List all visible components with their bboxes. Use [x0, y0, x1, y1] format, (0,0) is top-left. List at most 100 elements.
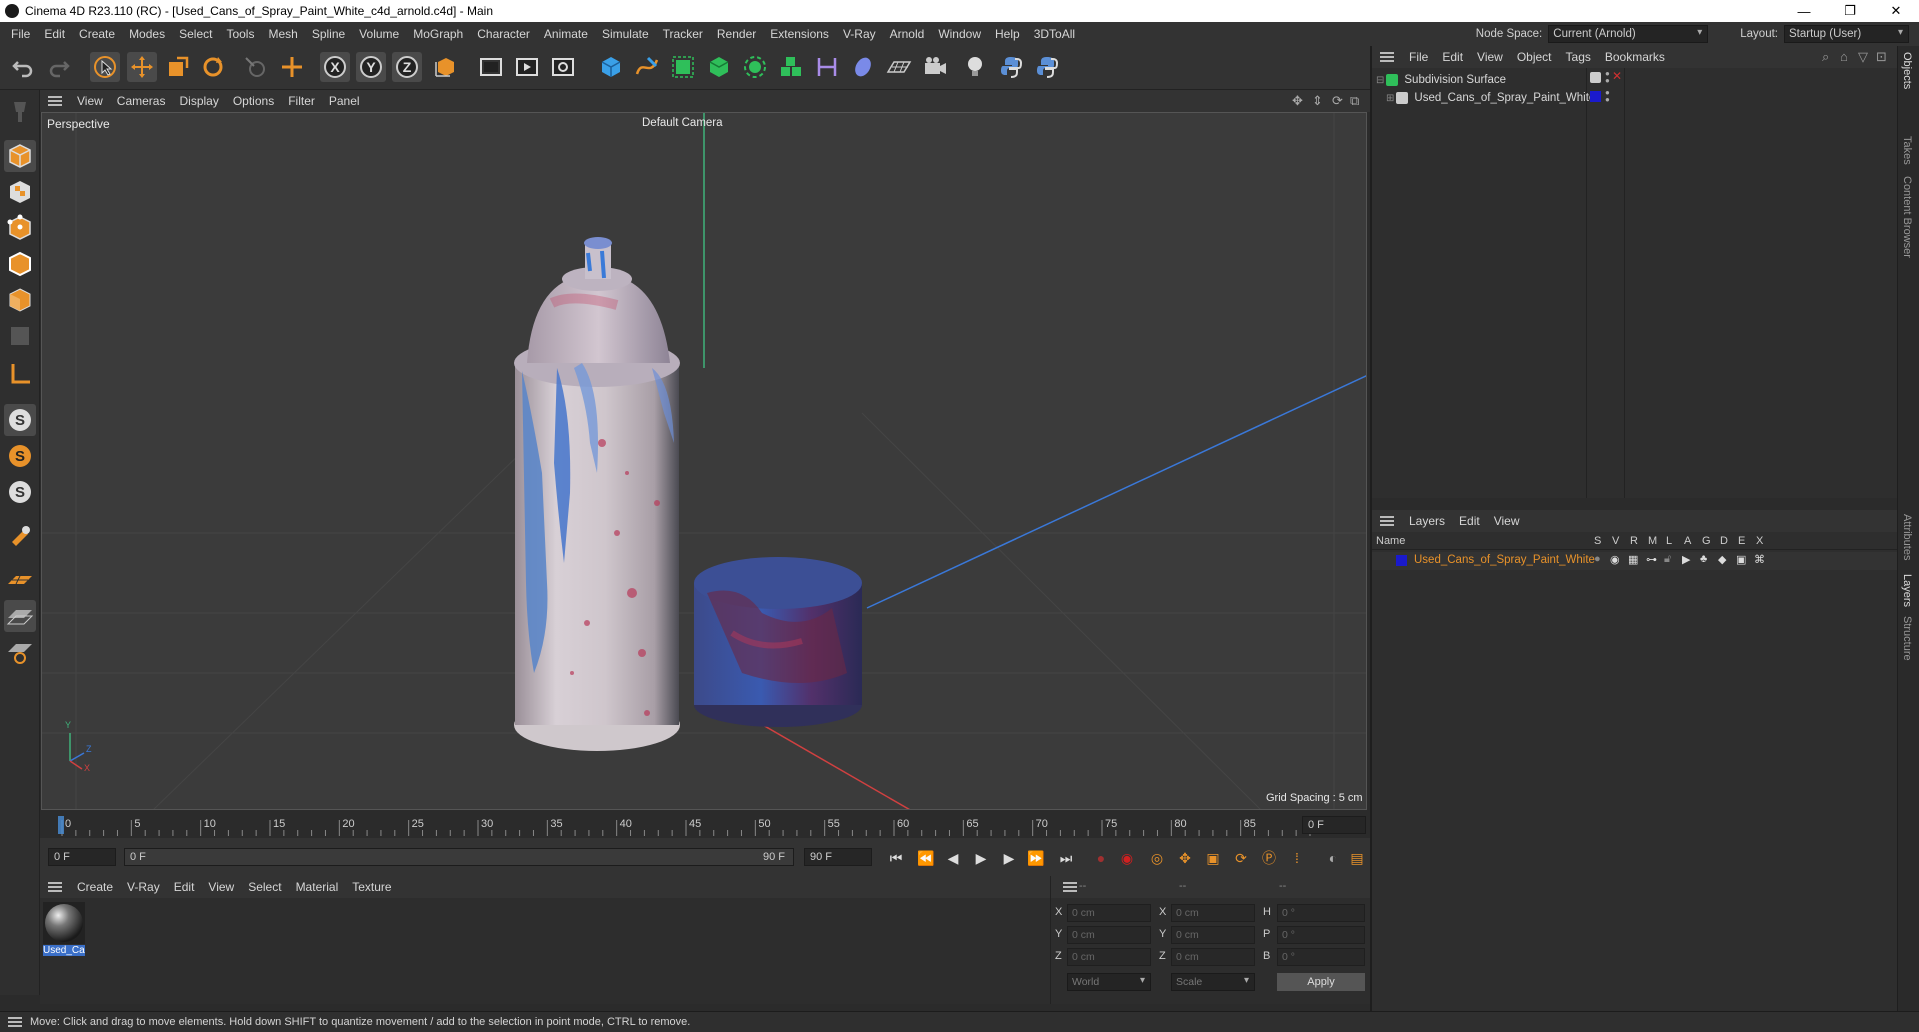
maximize-button[interactable]: ❐ [1827, 0, 1873, 22]
material-manager-area[interactable]: Used_Ca [40, 898, 1050, 1004]
floor-icon[interactable] [884, 52, 914, 82]
end-frame-field[interactable]: 90 F [804, 848, 872, 866]
key-selection-icon[interactable]: ◎ [1146, 847, 1168, 869]
coord-mode-select[interactable]: World [1067, 973, 1151, 991]
expressions-icon[interactable]: ▣ [1736, 553, 1746, 566]
tab-takes[interactable]: Takes [1901, 136, 1913, 165]
viewport-move-icon[interactable]: ✥ [1292, 93, 1303, 109]
cloner-icon[interactable] [740, 52, 770, 82]
tab-attributes[interactable]: Attributes [1901, 514, 1913, 560]
generators-icon[interactable]: ♣ [1700, 553, 1707, 565]
layer-row[interactable]: Used_Cans_of_Spray_Paint_White ● ◉ ▦ ⊶ 🔓… [1372, 552, 1897, 570]
minimize-button[interactable]: — [1781, 0, 1827, 22]
col-render[interactable]: R [1630, 535, 1638, 547]
obj-filter-icon[interactable]: ▽ [1858, 49, 1868, 65]
material-hamburger-icon[interactable] [48, 882, 62, 892]
light-icon[interactable] [960, 52, 990, 82]
key-scale-icon[interactable]: ▣ [1202, 847, 1224, 869]
snap-settings-icon[interactable]: S [4, 440, 36, 472]
menu-extensions[interactable]: Extensions [763, 27, 836, 41]
menu-arnold[interactable]: Arnold [883, 27, 932, 41]
menu-animate[interactable]: Animate [537, 27, 595, 41]
transform-tool-icon[interactable] [277, 52, 307, 82]
node-space-select[interactable]: Current (Arnold) [1548, 25, 1709, 43]
mat-menu-material[interactable]: Material [289, 880, 346, 894]
viewport-menu-filter[interactable]: Filter [281, 94, 322, 108]
viewport-menu-cameras[interactable]: Cameras [110, 94, 173, 108]
visibility-dots-icon[interactable]: ● ● [1605, 89, 1610, 104]
frame-range-slider[interactable]: 0 F 90 F [124, 848, 794, 866]
texture-mode-icon[interactable] [4, 176, 36, 208]
col-locked[interactable]: L [1666, 535, 1672, 547]
axis-mode-icon[interactable] [4, 358, 36, 390]
field-icon[interactable] [848, 52, 878, 82]
menu-3dtoall[interactable]: 3DToAll [1027, 27, 1082, 41]
expand-toggle-icon[interactable]: ⊞ [1386, 93, 1394, 104]
disable-x-icon[interactable]: ✕ [1612, 69, 1622, 83]
coord-hamburger-icon[interactable] [1063, 882, 1077, 892]
paint-tool-icon[interactable] [4, 96, 36, 128]
obj-menu-view[interactable]: View [1470, 50, 1510, 64]
menu-tools[interactable]: Tools [219, 27, 261, 41]
mat-menu-texture[interactable]: Texture [345, 880, 398, 894]
polygons-mode-icon[interactable] [4, 284, 36, 316]
menu-volume[interactable]: Volume [352, 27, 406, 41]
playhead[interactable] [58, 816, 64, 834]
viewport-menu-view[interactable]: View [70, 94, 110, 108]
layer-menu-layers[interactable]: Layers [1402, 514, 1452, 528]
live-selection-icon[interactable] [240, 52, 270, 82]
obj-menu-tags[interactable]: Tags [1559, 50, 1598, 64]
cube-primitive-icon[interactable] [596, 52, 626, 82]
mograph-cubes-icon[interactable] [776, 52, 806, 82]
menu-create[interactable]: Create [72, 27, 122, 41]
obj-lock-icon[interactable]: ⊡ [1876, 49, 1887, 65]
lock-icon[interactable]: 🔓︎ [1664, 553, 1671, 566]
layers-hamburger-icon[interactable] [1380, 516, 1394, 526]
pos-y-field[interactable]: 0 cm [1067, 926, 1151, 944]
prev-key-icon[interactable]: ⏪ [915, 847, 937, 869]
viewport-menu-panel[interactable]: Panel [322, 94, 367, 108]
start-frame-field[interactable]: 0 F [48, 848, 116, 866]
col-name[interactable]: Name [1376, 535, 1405, 547]
pos-z-field[interactable]: 0 cm [1067, 948, 1151, 966]
col-manager[interactable]: M [1648, 535, 1657, 547]
size-x-field[interactable]: 0 cm [1171, 904, 1255, 922]
viewport-hamburger-icon[interactable] [48, 96, 62, 106]
rot-h-field[interactable]: 0 ° [1277, 904, 1365, 922]
tab-structure[interactable]: Structure [1901, 616, 1913, 661]
rotate-tool-icon[interactable] [198, 52, 228, 82]
next-key-icon[interactable]: ⏩ [1025, 847, 1047, 869]
viewport-rotate-icon[interactable]: ⟳ [1332, 93, 1343, 109]
goto-start-icon[interactable]: ⏮ [885, 847, 907, 869]
snap-icon[interactable]: S [4, 404, 36, 436]
play-icon[interactable]: ▶ [970, 847, 992, 869]
pos-x-field[interactable]: 0 cm [1067, 904, 1151, 922]
obj-menu-edit[interactable]: Edit [1435, 50, 1470, 64]
rot-p-field[interactable]: 0 ° [1277, 926, 1365, 944]
menu-help[interactable]: Help [988, 27, 1027, 41]
timeline-window-icon[interactable]: ▤ [1346, 847, 1368, 869]
x-axis-lock-icon[interactable]: X [320, 52, 350, 82]
layout-select[interactable]: Startup (User) [1784, 25, 1909, 43]
3d-viewport[interactable]: Perspective Default Camera Grid Spacing … [41, 112, 1367, 810]
camera-icon[interactable] [920, 52, 950, 82]
planar-workplane-icon[interactable] [4, 636, 36, 668]
viewport-maximize-icon[interactable]: ⧉ [1350, 93, 1359, 109]
next-frame-icon[interactable]: ▶ [998, 847, 1020, 869]
col-solo[interactable]: S [1594, 535, 1601, 547]
menu-tracker[interactable]: Tracker [656, 27, 710, 41]
col-view[interactable]: V [1612, 535, 1619, 547]
layer-color-swatch[interactable] [1590, 91, 1601, 102]
mat-menu-view[interactable]: View [201, 880, 241, 894]
object-row-cans[interactable]: ⊞ Used_Cans_of_Spray_Paint_White [1386, 89, 1595, 107]
coord-scale-select[interactable]: Scale [1171, 973, 1255, 991]
deformers-icon[interactable]: ◆ [1718, 553, 1726, 566]
expand-toggle-icon[interactable]: ⊟ [1376, 75, 1384, 86]
extrude-icon[interactable] [704, 52, 734, 82]
object-row-subdivision[interactable]: ⊟ Subdivision Surface [1376, 71, 1506, 89]
locked-workplane-icon[interactable] [4, 600, 36, 632]
material-swatch[interactable]: Used_Ca [43, 902, 85, 958]
redo-icon[interactable] [44, 52, 74, 82]
menu-character[interactable]: Character [470, 27, 537, 41]
menu-window[interactable]: Window [931, 27, 988, 41]
